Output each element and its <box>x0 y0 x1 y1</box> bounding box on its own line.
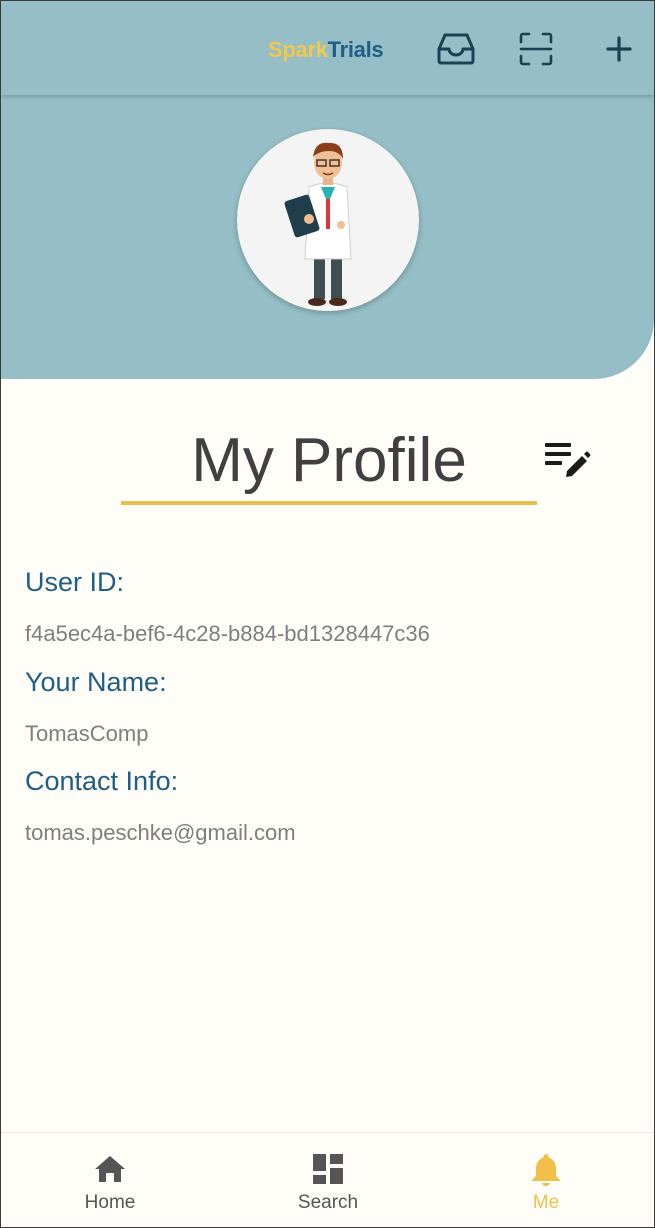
brand-logo: SparkTrials <box>268 37 384 63</box>
nav-home-label: Home <box>84 1192 136 1213</box>
nav-me[interactable]: Me <box>476 1133 616 1227</box>
user-id-value: f4a5ec4a-bef6-4c28-b884-bd1328447c36 <box>25 621 430 646</box>
nav-search-label: Search <box>297 1192 359 1213</box>
edit-profile-icon[interactable] <box>541 439 593 483</box>
bell-icon <box>528 1151 564 1187</box>
contact-label: Contact Info: <box>25 766 179 796</box>
home-icon <box>92 1151 128 1187</box>
contact-value: tomas.peschke@gmail.com <box>25 820 296 845</box>
nav-home[interactable]: Home <box>40 1133 180 1227</box>
top-app-bar: SparkTrials <box>1 1 654 95</box>
scan-icon[interactable] <box>516 29 556 69</box>
avatar <box>237 129 419 311</box>
page-title: My Profile <box>191 426 467 495</box>
nav-search[interactable]: Search <box>258 1133 398 1227</box>
bottom-navigation: Home Search Me <box>1 1132 654 1227</box>
nav-me-label: Me <box>532 1192 560 1213</box>
name-label: Your Name: <box>25 667 167 697</box>
title-underline <box>121 501 537 505</box>
name-value: TomasComp <box>25 721 149 746</box>
app-screen: SparkTrials My Profile User ID: f4a5ec4a… <box>0 0 655 1228</box>
doctor-avatar-illustration <box>267 142 377 311</box>
brand-spark: Spark <box>268 37 328 62</box>
dashboard-icon <box>310 1151 346 1187</box>
inbox-icon[interactable] <box>436 29 476 69</box>
user-id-label: User ID: <box>25 567 125 597</box>
brand-trials: Trials <box>327 37 384 62</box>
add-icon[interactable] <box>599 29 639 69</box>
